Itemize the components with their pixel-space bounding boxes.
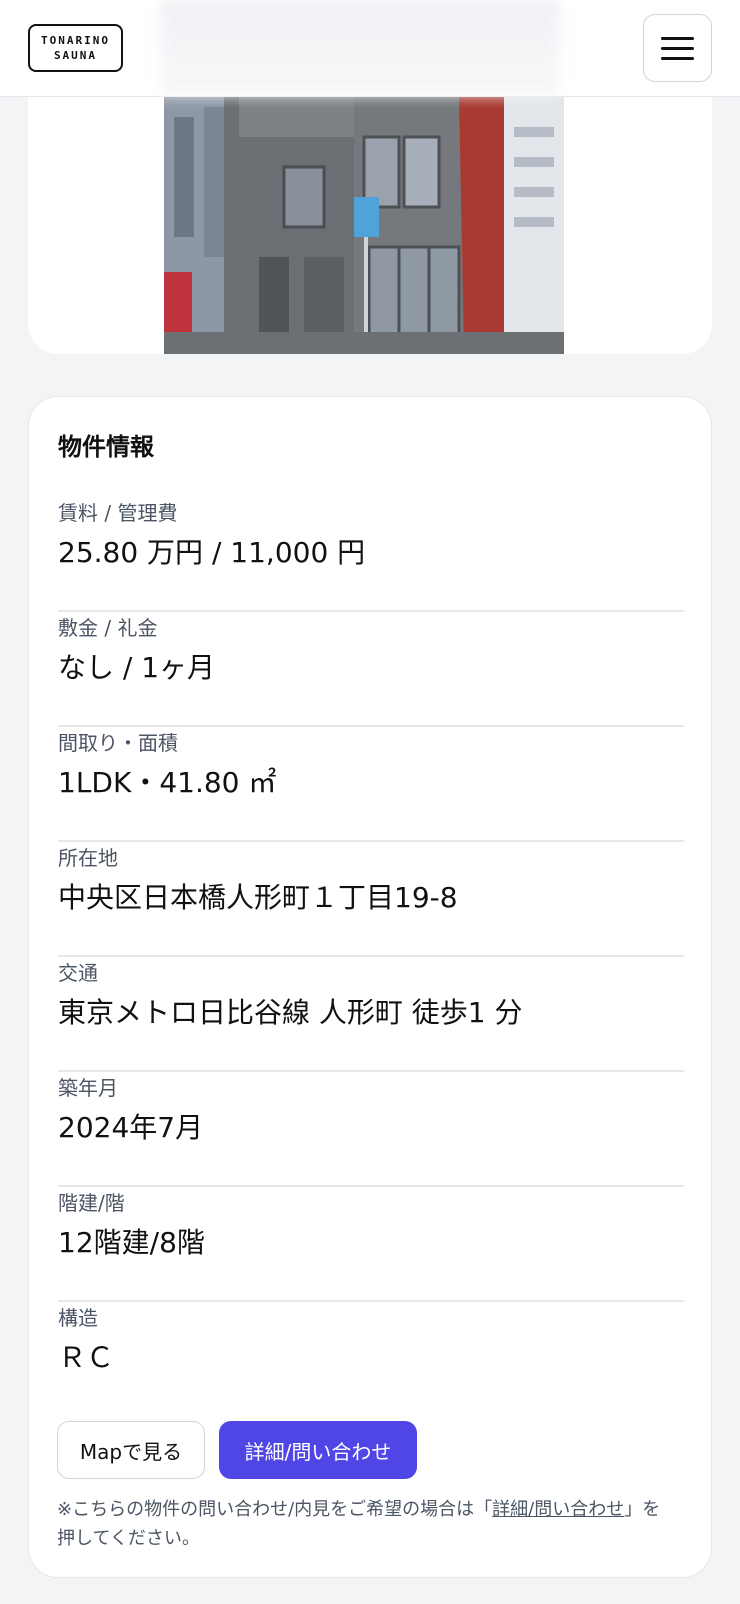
row-value: ＲＣ <box>58 1341 115 1374</box>
row-label: 間取り・面積 <box>58 731 178 755</box>
menu-bar-icon <box>661 36 694 40</box>
site-header: TONARINO SAUNA <box>0 0 740 97</box>
row-label: 敷金 / 礼金 <box>58 616 158 640</box>
menu-bar-icon <box>661 46 694 50</box>
contact-button[interactable]: 詳細/問い合わせ <box>219 1421 417 1479</box>
info-row-floors: 階建/階 12階建/8階 <box>58 1187 684 1302</box>
row-value: 中央区日本橋人形町１丁目19-8 <box>58 881 458 914</box>
note-contact-link[interactable]: 詳細/問い合わせ <box>492 1499 624 1520</box>
row-value: 25.80 万円 / 11,000 円 <box>58 536 366 569</box>
row-value: なし / 1ヶ月 <box>58 651 216 684</box>
row-label: 構造 <box>58 1306 98 1330</box>
info-row-structure: 構造 ＲＣ <box>58 1302 684 1417</box>
building-photo <box>164 97 564 354</box>
note-prefix: ※こちらの物件の問い合わせ/内見をご希望の場合は「 <box>57 1499 493 1520</box>
row-value: 1LDK・41.80 ㎡ <box>58 766 277 799</box>
row-label: 賃料 / 管理費 <box>58 501 178 525</box>
row-label: 交通 <box>58 961 98 985</box>
header-image-blur <box>160 0 560 97</box>
row-label: 築年月 <box>58 1076 118 1100</box>
info-row-address: 所在地 中央区日本橋人形町１丁目19-8 <box>58 842 684 957</box>
menu-bar-icon <box>661 56 694 60</box>
info-row-layout: 間取り・面積 1LDK・41.80 ㎡ <box>58 727 684 842</box>
row-value: 東京メトロ日比谷線 人形町 徒歩1 分 <box>58 996 523 1029</box>
info-row-rent: 賃料 / 管理費 25.80 万円 / 11,000 円 <box>58 497 684 612</box>
hamburger-menu-button[interactable] <box>643 14 712 82</box>
row-label: 所在地 <box>58 846 118 870</box>
logo-line-2: SAUNA <box>53 49 98 62</box>
contact-note: ※こちらの物件の問い合わせ/内見をご希望の場合は「詳細/問い合わせ」を押してくだ… <box>57 1495 677 1553</box>
info-row-deposit: 敷金 / 礼金 なし / 1ヶ月 <box>58 612 684 727</box>
row-value: 2024年7月 <box>58 1111 204 1144</box>
row-label: 階建/階 <box>58 1191 125 1215</box>
section-title: 物件情報 <box>58 433 154 461</box>
logo[interactable]: TONARINO SAUNA <box>28 24 123 72</box>
map-button[interactable]: Mapで見る <box>57 1421 205 1479</box>
info-row-access: 交通 東京メトロ日比谷線 人形町 徒歩1 分 <box>58 957 684 1072</box>
logo-line-1: TONARINO <box>41 34 110 47</box>
info-row-built: 築年月 2024年7月 <box>58 1072 684 1187</box>
row-value: 12階建/8階 <box>58 1226 205 1259</box>
property-info-card: 物件情報 賃料 / 管理費 25.80 万円 / 11,000 円 敷金 / 礼… <box>28 396 712 1578</box>
